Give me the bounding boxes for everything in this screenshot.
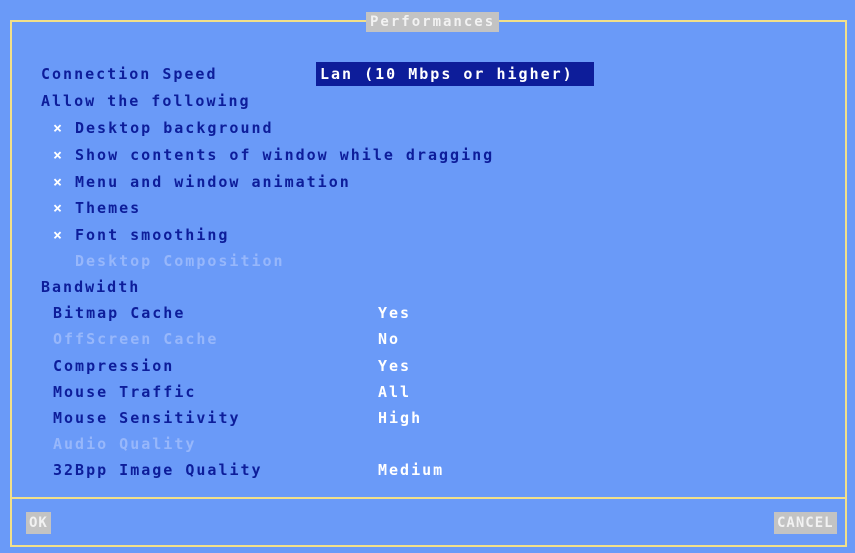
mouse-sensitivity-label: Mouse Sensitivity: [53, 409, 241, 427]
check-mark-icon: ×: [53, 173, 65, 191]
cancel-button[interactable]: CANCEL: [774, 512, 837, 534]
check-mark-icon: ×: [53, 226, 65, 244]
compression-value[interactable]: Yes: [378, 355, 411, 377]
footer-divider: [10, 497, 847, 499]
offscreen-cache-value: No: [378, 330, 401, 348]
mouse-sensitivity-value[interactable]: High: [378, 407, 422, 429]
offscreen-cache-label: OffScreen Cache: [53, 330, 219, 348]
dialog-title: Performances: [366, 12, 500, 32]
check-mark-icon: ×: [53, 119, 65, 137]
checkbox-label: Show contents of window while dragging: [75, 146, 495, 164]
bandwidth-heading: Bandwidth: [41, 278, 141, 296]
checkbox-label: Desktop background: [75, 119, 274, 137]
checkbox-desktop-background[interactable]: × Desktop background: [53, 117, 274, 139]
checkbox-desktop-composition: Desktop Composition: [53, 250, 285, 272]
mouse-traffic-label: Mouse Traffic: [53, 383, 197, 401]
bitmap-cache-value[interactable]: Yes: [378, 302, 411, 324]
connection-speed-select[interactable]: Lan (10 Mbps or higher): [316, 62, 594, 86]
checkbox-label: Menu and window animation: [75, 173, 351, 191]
allow-heading: Allow the following: [41, 92, 251, 110]
check-mark-icon: ×: [53, 199, 65, 217]
check-mark-icon: ×: [53, 146, 65, 164]
checkbox-font-smoothing[interactable]: × Font smoothing: [53, 224, 229, 246]
compression-label: Compression: [53, 357, 175, 375]
checkbox-label: Font smoothing: [75, 226, 230, 244]
checkbox-menu-animation[interactable]: × Menu and window animation: [53, 171, 351, 193]
checkbox-show-window-contents[interactable]: × Show contents of window while dragging: [53, 144, 494, 166]
connection-speed-label: Connection Speed: [41, 65, 218, 83]
performances-screen: Performances Connection Speed Lan (10 Mb…: [0, 0, 855, 553]
mouse-traffic-value[interactable]: All: [378, 381, 411, 403]
audio-quality-label: Audio Quality: [53, 435, 197, 453]
image-quality-value[interactable]: Medium: [378, 459, 444, 481]
checkbox-label: Themes: [75, 199, 142, 217]
ok-button[interactable]: OK: [26, 512, 51, 534]
image-quality-label: 32Bpp Image Quality: [53, 461, 263, 479]
checkbox-themes[interactable]: × Themes: [53, 197, 141, 219]
checkbox-label: Desktop Composition: [75, 252, 285, 270]
bitmap-cache-label: Bitmap Cache: [53, 304, 186, 322]
